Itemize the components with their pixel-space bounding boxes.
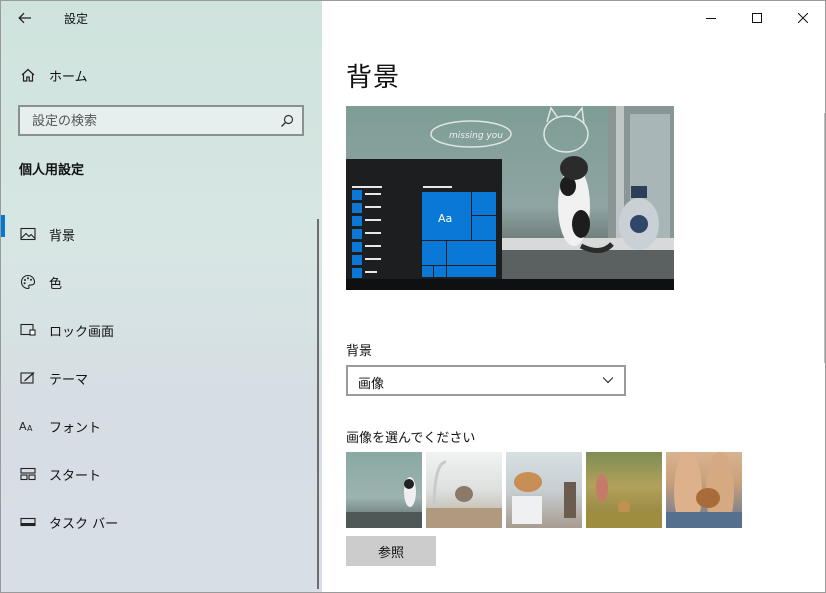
thumbnail-kitten-on-legs[interactable] <box>666 452 742 528</box>
sidebar-scrollbar[interactable] <box>317 219 319 589</box>
sidebar-item-color[interactable]: 色 <box>1 258 317 306</box>
start-icon <box>19 465 37 483</box>
svg-text:A: A <box>19 420 27 433</box>
taskbar-icon <box>19 513 37 531</box>
palette-icon <box>19 273 37 291</box>
preview-handwriting: missing you <box>449 131 503 141</box>
chevron-down-icon <box>602 377 614 384</box>
maximize-button[interactable] <box>734 1 780 34</box>
lock-screen-icon <box>19 321 37 339</box>
taskbar-preview <box>346 279 674 290</box>
sidebar-nav: 背景 色 ロック画面 テーマ A A フォント スタート タスク バー <box>1 210 317 546</box>
main-content: 背景 missing you Aa 背景 画像 画像を選んでください 参照 <box>322 1 825 592</box>
minimize-button[interactable] <box>688 1 734 34</box>
title-bar: 設定 <box>1 1 322 35</box>
sidebar-item-home[interactable]: ホーム <box>1 59 322 91</box>
close-button[interactable] <box>780 1 825 34</box>
background-type-dropdown[interactable]: 画像 <box>346 365 626 396</box>
thumbnail-kitten-window[interactable] <box>346 452 422 528</box>
svg-text:A: A <box>27 424 33 433</box>
sidebar-item-label: フォント <box>49 420 102 436</box>
sidebar-item-label: テーマ <box>49 372 89 388</box>
sidebar-item-label: 背景 <box>49 228 76 244</box>
thumbnail-kitten-basket[interactable] <box>506 452 582 528</box>
desktop-preview: missing you Aa <box>346 106 674 290</box>
sidebar-item-theme[interactable]: テーマ <box>1 354 317 402</box>
start-menu-tiles: Aa <box>352 186 496 278</box>
search-box[interactable] <box>18 105 304 136</box>
sidebar-item-font[interactable]: AA フォント <box>1 402 317 450</box>
thumbnail-girl-kitten-field[interactable] <box>586 452 662 528</box>
app-title: 設定 <box>64 12 89 26</box>
sidebar-item-lock-screen[interactable]: ロック画面 <box>1 306 317 354</box>
sidebar-item-taskbar[interactable]: タスク バー <box>1 498 317 546</box>
picture-icon <box>19 225 37 243</box>
search-icon[interactable] <box>280 114 294 128</box>
back-arrow-icon <box>18 12 31 24</box>
sidebar-item-label: ロック画面 <box>49 324 115 340</box>
sidebar-item-label: 色 <box>49 276 63 292</box>
thumbnail-kitten-sink[interactable] <box>426 452 502 528</box>
start-menu-preview: Aa <box>346 159 502 290</box>
sidebar-item-start[interactable]: スタート <box>1 450 317 498</box>
font-icon: AA <box>19 417 37 435</box>
tile-label: Aa <box>438 212 452 225</box>
page-title: 背景 <box>346 63 401 93</box>
maximize-icon <box>752 12 762 23</box>
section-title: 個人用設定 <box>19 163 85 178</box>
theme-icon <box>19 369 37 387</box>
sidebar: 設定 ホーム 個人用設定 背景 <box>1 1 322 592</box>
sidebar-item-label: ホーム <box>49 69 88 85</box>
picture-thumbnails <box>346 452 742 528</box>
close-icon <box>798 12 808 23</box>
browse-button[interactable]: 参照 <box>346 536 436 566</box>
settings-window: 設定 ホーム 個人用設定 背景 <box>0 0 826 593</box>
background-label: 背景 <box>346 344 373 359</box>
sidebar-item-label: タスク バー <box>49 516 119 532</box>
choose-picture-label: 画像を選んでください <box>346 431 476 446</box>
minimize-icon <box>706 17 716 19</box>
sidebar-item-label: スタート <box>49 468 102 484</box>
back-button[interactable] <box>11 7 39 29</box>
dropdown-value: 画像 <box>358 377 385 392</box>
search-input[interactable] <box>30 113 274 130</box>
sidebar-item-background[interactable]: 背景 <box>1 210 317 258</box>
home-icon <box>19 66 37 84</box>
